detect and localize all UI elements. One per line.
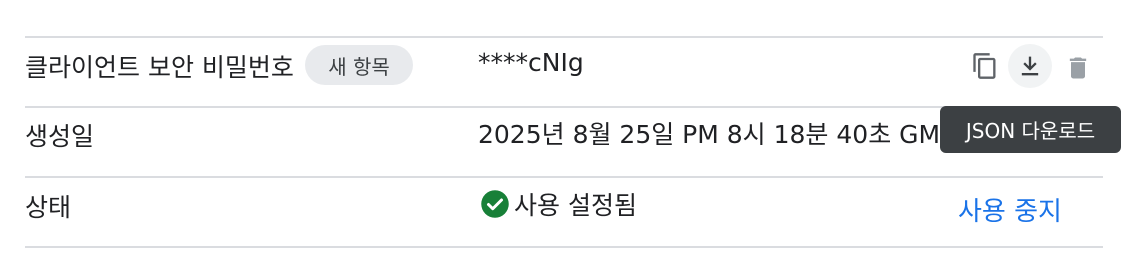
delete-secret-button[interactable] <box>1056 46 1100 90</box>
client-secret-label: 클라이언트 보안 비밀번호 <box>25 53 294 82</box>
status-label: 상태 <box>25 193 72 222</box>
credential-details-panel: 클라이언트 보안 비밀번호 새 항목 ****cNIg 생성일 2025년 8월… <box>0 0 1142 272</box>
row-divider <box>25 246 1103 248</box>
created-label: 생성일 <box>25 122 95 151</box>
status-indicator: 사용 설정됨 <box>480 186 637 222</box>
new-item-chip: 새 항목 <box>305 45 413 85</box>
download-json-button[interactable] <box>1008 44 1052 88</box>
created-value: 2025년 8월 25일 PM 8시 18분 40초 GM <box>478 120 941 149</box>
copy-secret-button[interactable] <box>963 44 1007 88</box>
download-icon <box>1021 56 1039 76</box>
download-json-tooltip: JSON 다운로드 <box>940 106 1121 153</box>
copy-icon <box>973 53 996 79</box>
row-divider <box>25 36 1103 38</box>
trash-icon <box>1069 57 1087 79</box>
row-divider <box>25 176 1103 178</box>
disable-link[interactable]: 사용 중지 <box>958 191 1062 228</box>
status-value: 사용 설정됨 <box>514 191 637 220</box>
check-circle-icon <box>481 190 509 218</box>
client-secret-value: ****cNIg <box>478 48 584 77</box>
